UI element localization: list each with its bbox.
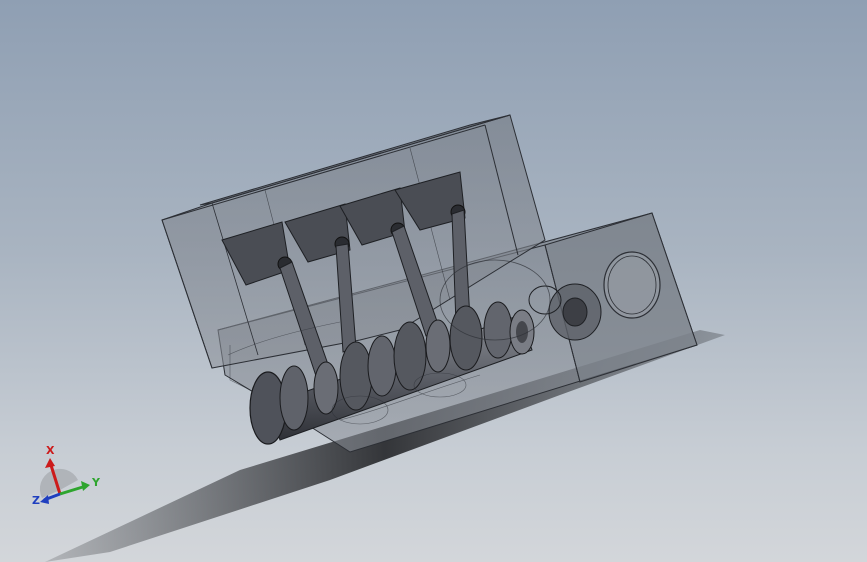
graphics-viewport[interactable]: X Y Z <box>0 0 867 562</box>
axis-x-label: X <box>46 444 55 457</box>
view-triad[interactable]: X Y Z <box>28 440 108 520</box>
axis-z-label: Z <box>32 494 40 507</box>
end-port <box>603 251 661 319</box>
engine-model-view[interactable] <box>0 0 867 562</box>
axis-y-label: Y <box>92 476 100 489</box>
